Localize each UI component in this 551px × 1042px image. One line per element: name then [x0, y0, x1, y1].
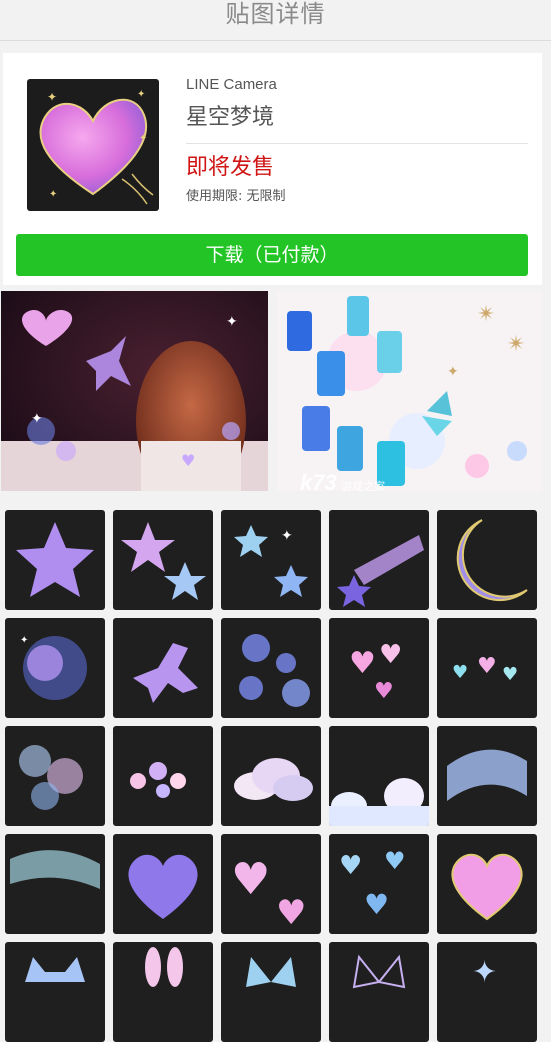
sticker-bubbles[interactable]	[221, 618, 321, 718]
svg-text:✴: ✴	[477, 302, 495, 327]
sticker-butterfly-outline[interactable]	[329, 942, 429, 1042]
preview-image-nails: ✴ ✴ ✦	[277, 291, 542, 491]
svg-text:♥: ♥	[349, 646, 376, 681]
divider	[186, 143, 528, 144]
svg-text:✦: ✦	[472, 955, 497, 990]
sticker-bokeh-cluster[interactable]	[113, 726, 213, 826]
sticker-crescent-moon[interactable]	[437, 510, 537, 610]
svg-text:✦: ✦	[281, 528, 293, 544]
sticker-cloud-pink[interactable]	[221, 726, 321, 826]
sticker-shooting-star[interactable]	[329, 510, 429, 610]
download-button[interactable]: 下载（已付款）	[16, 234, 528, 276]
svg-text:♥: ♥	[276, 893, 306, 933]
svg-text:♥: ♥	[477, 654, 497, 679]
svg-text:✦: ✦	[47, 90, 57, 104]
usage-limit: 使用期限: 无限制	[186, 189, 286, 204]
sticker-cloud-border[interactable]	[329, 726, 429, 826]
svg-text:♥: ♥	[502, 664, 518, 685]
svg-text:♥: ♥	[452, 662, 468, 683]
sticker-pink-hearts-bokeh[interactable]: ♥ ♥ ♥	[329, 618, 429, 718]
svg-text:✦: ✦	[31, 411, 43, 427]
svg-text:✦: ✦	[20, 635, 28, 646]
svg-text:✦: ✦	[139, 133, 147, 144]
svg-text:✦: ✦	[226, 314, 238, 330]
sticker-name: 星空梦境	[186, 105, 275, 130]
svg-text:♥: ♥	[379, 640, 402, 670]
sticker-blue-hearts[interactable]: ♥ ♥ ♥	[329, 834, 429, 934]
app-header: 贴图详情	[0, 0, 551, 41]
sticker-bokeh-lights[interactable]	[5, 726, 105, 826]
watermark-main: k73	[300, 470, 337, 495]
svg-text:♥: ♥	[374, 679, 394, 704]
sticker-galaxy-heart[interactable]	[113, 834, 213, 934]
svg-text:✦: ✦	[49, 189, 57, 200]
sale-status: 即将发售	[186, 155, 275, 180]
sticker-cat[interactable]	[5, 942, 105, 1042]
svg-text:✦: ✦	[137, 89, 145, 100]
sticker-aurora-wave[interactable]	[437, 726, 537, 826]
sticker-pegasus[interactable]	[113, 618, 213, 718]
sticker-butterfly[interactable]	[221, 942, 321, 1042]
sticker-two-stars[interactable]	[113, 510, 213, 610]
page-title: 贴图详情	[225, 0, 326, 28]
sticker-nebula-cloud[interactable]: ✦	[5, 618, 105, 718]
sticker-galaxy-star[interactable]	[5, 510, 105, 610]
sticker-thumbnail: ✦ ✦ ✦ ✦	[27, 79, 159, 211]
product-card: ✦ ✦ ✦ ✦ LINE Camera 星空梦境 即将发售 使用期限: 无限制 …	[3, 53, 542, 285]
svg-text:♥: ♥	[181, 451, 195, 470]
svg-text:♥: ♥	[364, 888, 389, 921]
svg-text:♥: ♥	[339, 851, 362, 881]
sticker-twinkle-stars[interactable]: ✦	[221, 510, 321, 610]
watermark-sub: 游戏之家	[341, 481, 386, 493]
sticker-hearts-sparkles[interactable]: ♥ ♥ ♥	[437, 618, 537, 718]
sticker-aurora-sky[interactable]	[5, 834, 105, 934]
preview-image-girl: ✦ ✦ ♥	[1, 291, 268, 491]
svg-text:✴: ✴	[507, 332, 525, 357]
svg-text:♥: ♥	[231, 854, 270, 905]
publisher-label: LINE Camera	[186, 76, 277, 93]
sticker-sparkle[interactable]: ✦	[437, 942, 537, 1042]
sticker-pink-heart-glitter[interactable]	[437, 834, 537, 934]
svg-text:♥: ♥	[384, 847, 406, 875]
sticker-two-hearts[interactable]: ♥ ♥	[221, 834, 321, 934]
sticker-bunny-ears[interactable]	[113, 942, 213, 1042]
svg-text:✦: ✦	[447, 364, 459, 380]
watermark: k73 游戏之家	[300, 470, 385, 496]
